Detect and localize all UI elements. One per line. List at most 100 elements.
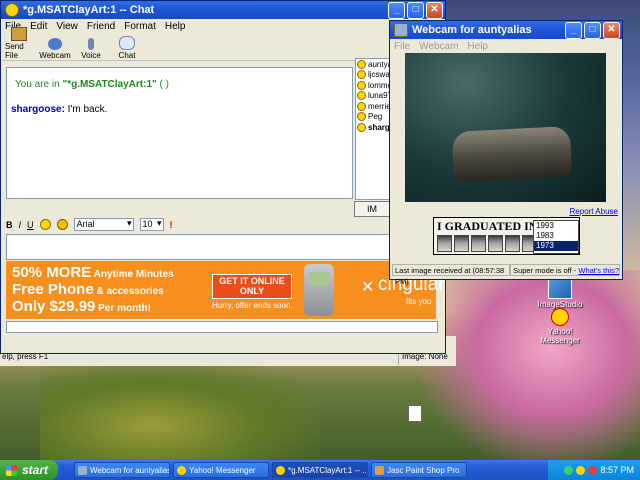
task-label: Yahoo! Messenger	[189, 465, 256, 475]
user-list-item[interactable]: Peg	[356, 112, 392, 123]
desktop-icon-file[interactable]	[380, 405, 450, 423]
super-mode-text: Super mode is off -	[513, 266, 579, 275]
menu-help[interactable]: Help	[467, 41, 488, 52]
yahoo-app-icon	[5, 3, 19, 17]
start-label: start	[22, 463, 49, 477]
im-button[interactable]: IM	[354, 201, 390, 217]
menu-file[interactable]: File	[394, 41, 410, 52]
graduated-text: I GRADUATED IN:	[437, 219, 542, 233]
taskbar-item-webcam[interactable]: Webcam for auntyalias	[74, 462, 170, 478]
close-button[interactable]: ✕	[603, 21, 620, 39]
year-option[interactable]: 1983	[534, 231, 578, 241]
ad-line3-big: Only $29.99	[12, 298, 96, 315]
minimize-button[interactable]: _	[388, 1, 405, 19]
taskbar-item-chat[interactable]: *g.MSATClayArt:1 -- ...	[272, 462, 368, 478]
desktop-icon-label: Yahoo! Messenger	[540, 327, 580, 345]
clock[interactable]: 8:57 PM	[600, 465, 634, 475]
graduated-ad[interactable]: I GRADUATED IN: 1993 1983 1973	[433, 217, 580, 255]
chat-transcript[interactable]: You are in "*g.MSATClayArt:1" ( ) shargo…	[6, 67, 353, 199]
emoticon-icon[interactable]	[39, 219, 51, 230]
voice-button[interactable]: Voice	[77, 38, 105, 60]
ad-line1-big: 50% MORE	[12, 264, 92, 281]
maximize-button[interactable]: □	[407, 1, 424, 19]
year-option[interactable]: 1993	[534, 221, 578, 231]
send-file-button[interactable]: Send File	[5, 27, 33, 60]
cingular-ad-banner[interactable]: 50% MORE Anytime Minutes Free Phone & ac…	[6, 261, 445, 319]
user-status-icon	[357, 80, 366, 90]
message-sender: shargoose:	[11, 104, 65, 115]
microphone-icon	[88, 38, 94, 50]
voice-label: Voice	[81, 51, 101, 60]
webcam-menubar: File Webcam Help	[390, 39, 622, 54]
start-button[interactable]: start	[0, 460, 58, 480]
webcam-icon	[48, 38, 62, 50]
user-status-icon	[357, 112, 366, 122]
ad-line2: Free Phone & accessories	[12, 281, 164, 298]
user-name: sharg	[368, 122, 390, 132]
user-list-item[interactable]: ljcswan	[356, 70, 392, 81]
last-image-status: Last image received at (08:57:38 PM)	[392, 264, 511, 286]
tray-messenger-icon[interactable]	[576, 465, 586, 475]
chat-button[interactable]: Chat	[113, 36, 141, 60]
message-input[interactable]	[6, 234, 438, 260]
yahoo-app-icon	[177, 465, 186, 475]
get-it-online-button[interactable]: GET IT ONLINE ONLY	[212, 274, 292, 299]
desktop-icon-imagestudio[interactable]: ImageStudio	[530, 275, 590, 309]
year-list[interactable]: 1993 1983 1973	[533, 220, 579, 254]
italic-button[interactable]: I	[19, 220, 22, 230]
menu-friend[interactable]: Friend	[87, 21, 115, 32]
cingular-logo-icon: ✕	[361, 279, 375, 296]
close-button[interactable]: ✕	[426, 1, 443, 19]
color-icon[interactable]	[56, 219, 68, 230]
maximize-button[interactable]: □	[584, 21, 601, 39]
webcam-titlebar[interactable]: Webcam for auntyalias _ □ ✕	[390, 21, 622, 39]
user-list-item[interactable]: luna97	[356, 91, 392, 102]
user-list-item[interactable]: sharg	[356, 122, 392, 133]
menu-webcam[interactable]: Webcam	[419, 41, 458, 52]
system-prefix: You are in	[15, 79, 63, 90]
menu-help[interactable]: Help	[165, 21, 186, 32]
chat-menubar: File Edit View Friend Format Help	[1, 19, 445, 34]
tray-alert-icon[interactable]	[588, 465, 598, 475]
window-title: *g.MSATClayArt:1 -- Chat	[23, 4, 155, 16]
chat-titlebar[interactable]: *g.MSATClayArt:1 -- Chat _ □ ✕	[1, 1, 445, 19]
ad-line1-small: Anytime Minutes	[91, 269, 174, 280]
menu-format[interactable]: Format	[124, 21, 156, 32]
menu-view[interactable]: View	[56, 21, 78, 32]
taskbar: start Webcam for auntyalias Yahoo! Messe…	[0, 460, 640, 480]
format-toolbar: B I U Arial 10 !	[6, 217, 391, 232]
chat-message: shargoose: I'm back.	[11, 104, 352, 115]
send-file-label: Send File	[5, 42, 24, 60]
user-list-item[interactable]: lommor	[356, 80, 392, 91]
user-list-item[interactable]: merrie6	[356, 101, 392, 112]
report-abuse-link[interactable]: Report Abuse	[570, 207, 618, 216]
webcam-subject	[451, 125, 573, 183]
face-photo	[437, 235, 452, 252]
chat-label: Chat	[118, 51, 136, 60]
desktop-icon-yahoo-messenger[interactable]: Yahoo! Messenger	[530, 308, 590, 345]
whats-this-link[interactable]: What's this?	[578, 266, 619, 275]
system-message: You are in "*g.MSATClayArt:1" ( )	[15, 79, 352, 90]
font-select[interactable]: Arial	[73, 218, 134, 231]
bold-button[interactable]: B	[6, 220, 13, 230]
webcam-button[interactable]: Webcam	[39, 38, 71, 60]
room-name: "*g.MSATClayArt:1"	[62, 79, 157, 90]
tray-network-icon[interactable]	[564, 465, 574, 475]
taskbar-item-paint-shop-pro[interactable]: Jasc Paint Shop Pro	[371, 462, 467, 478]
year-option-selected[interactable]: 1973	[534, 241, 578, 251]
chat-app-icon	[276, 465, 285, 475]
user-list[interactable]: auntyal ljcswan lommor luna97 merrie6 Pe…	[355, 58, 393, 200]
ad-hurry-text: Hurry, offer ends soon.	[212, 301, 293, 310]
alert-icon[interactable]: !	[170, 220, 173, 230]
taskbar-item-yahoo-messenger[interactable]: Yahoo! Messenger	[173, 462, 269, 478]
minimize-button[interactable]: _	[565, 21, 582, 39]
user-status-icon	[357, 91, 366, 101]
font-size-select[interactable]: 10	[139, 218, 164, 231]
underline-button[interactable]: U	[27, 220, 34, 230]
task-label: *g.MSATClayArt:1 -- ...	[288, 465, 368, 475]
webcam-app-icon	[78, 465, 87, 475]
file-icon	[408, 405, 422, 422]
webcam-app-icon	[394, 23, 408, 37]
user-list-item[interactable]: auntyal	[356, 59, 392, 70]
user-status-icon	[357, 59, 366, 69]
